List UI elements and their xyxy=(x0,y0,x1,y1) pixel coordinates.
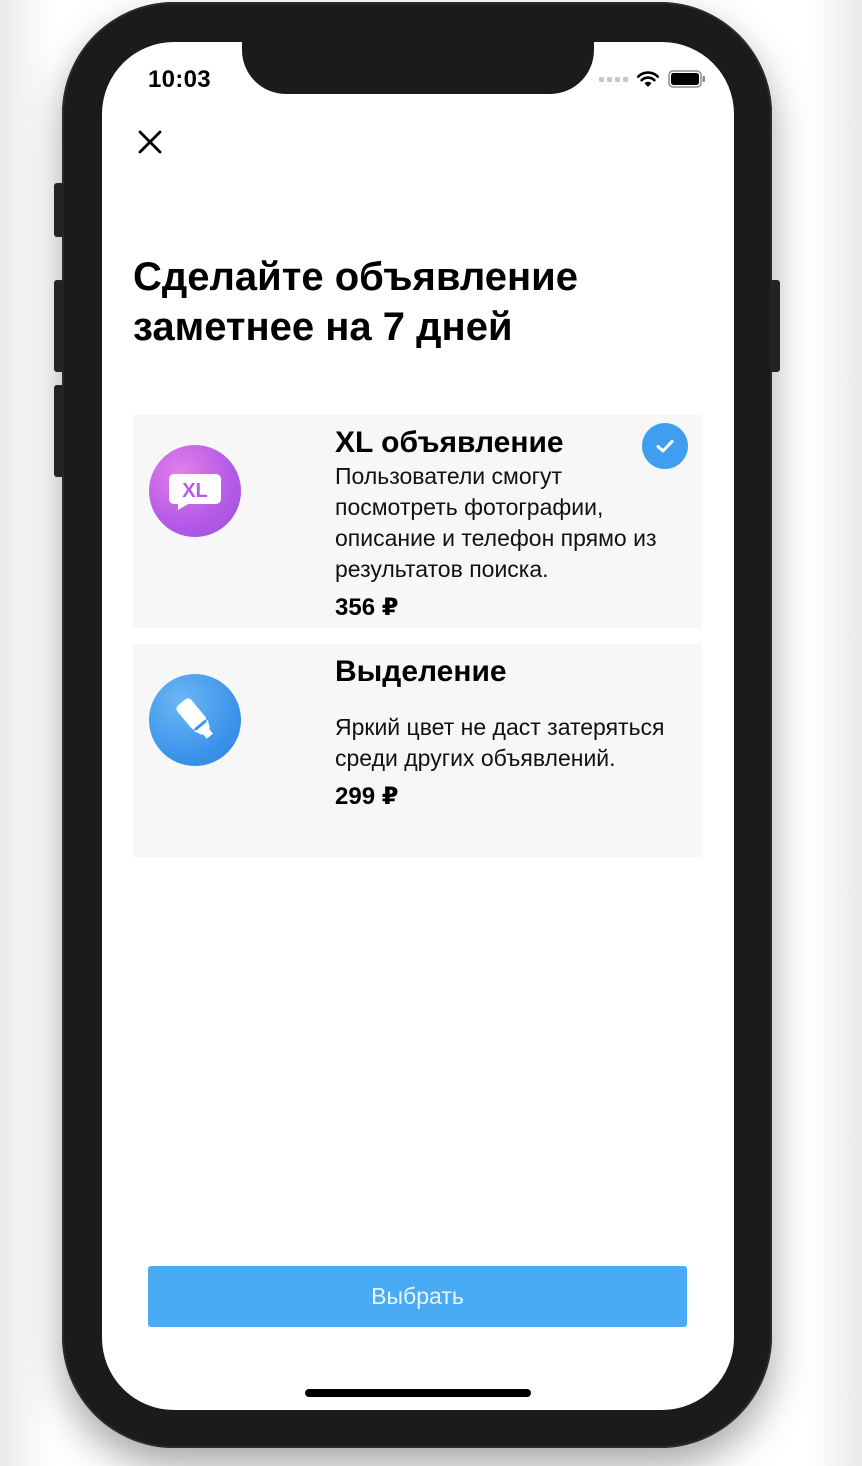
home-indicator[interactable] xyxy=(305,1389,531,1397)
xl-icon-label: XL xyxy=(182,480,208,502)
mute-switch xyxy=(54,183,64,237)
power-button xyxy=(770,280,780,372)
device-frame: 10:03 Сделайте объявление заметнее на 7 … xyxy=(0,0,862,1466)
option-text-xl: XL объявление Пользователи смогут посмот… xyxy=(335,425,685,622)
option-description: Пользователи смогут посмотреть фотографи… xyxy=(335,463,657,582)
notch xyxy=(242,42,594,94)
close-button[interactable] xyxy=(132,124,168,160)
option-card-highlight[interactable]: Выделение Яркий цвет не даст затеряться … xyxy=(133,644,702,857)
select-button[interactable]: Выбрать xyxy=(148,1266,687,1327)
app-screen: 10:03 Сделайте объявление заметнее на 7 … xyxy=(102,42,734,1410)
option-price: 356 ₽ xyxy=(335,594,399,621)
marker-icon xyxy=(149,674,241,766)
volume-up-button xyxy=(54,280,64,372)
volume-down-button xyxy=(54,385,64,477)
signal-icon xyxy=(599,76,628,82)
option-text-highlight: Выделение Яркий цвет не даст затеряться … xyxy=(335,654,685,811)
page-title: Сделайте объявление заметнее на 7 дней xyxy=(133,255,579,349)
option-title: XL объявление xyxy=(335,426,564,459)
option-card-xl[interactable]: XL XL объявление Пользователи смогут пос… xyxy=(133,415,702,628)
wifi-icon xyxy=(636,71,660,87)
close-icon xyxy=(138,130,162,154)
status-time: 10:03 xyxy=(148,66,211,93)
check-icon xyxy=(656,440,674,453)
option-price: 299 ₽ xyxy=(335,783,399,810)
option-title: Выделение xyxy=(335,655,507,688)
status-indicators xyxy=(599,70,706,88)
option-description: Яркий цвет не даст затеряться среди друг… xyxy=(335,714,665,771)
battery-icon xyxy=(668,70,705,88)
xl-icon: XL xyxy=(149,445,241,537)
selected-checkmark[interactable] xyxy=(642,423,688,469)
